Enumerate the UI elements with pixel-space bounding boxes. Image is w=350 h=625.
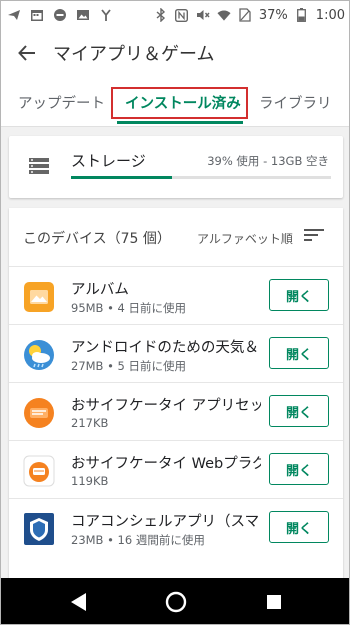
arrow-back-icon (18, 45, 35, 61)
fork-icon (99, 8, 113, 22)
app-meta: 119KB (71, 474, 109, 488)
storage-card[interactable]: ストレージ 39% 使用 - 13GB 空き (9, 136, 343, 198)
open-button[interactable]: 開く (269, 453, 329, 485)
app-name: アンドロイドのための天気＆ｌ (71, 340, 261, 356)
bluetooth-icon (154, 8, 168, 22)
battery-icon (295, 8, 309, 22)
app-name: コアコンシェルアプリ（スマ (71, 514, 260, 530)
back-button[interactable] (1, 29, 53, 77)
list-item[interactable]: おサイフケータイ Webプラグ 119KB 開く (9, 440, 343, 498)
screen: 37% 1:00 マイアプリ＆ゲーム アップデート インストール済み ライブラリ… (0, 0, 350, 625)
app-meta: 23MB • 16 週間前に使用 (71, 533, 205, 547)
nfc-icon (175, 8, 189, 22)
tab-library[interactable]: ライブラリ (259, 77, 332, 127)
list-item[interactable]: アルバム 95MB • 4 日前に使用 開く (9, 266, 343, 324)
open-button[interactable]: 開く (269, 279, 329, 311)
home-circle-icon (165, 591, 187, 613)
open-button[interactable]: 開く (269, 337, 329, 369)
navigation-bar (1, 578, 349, 624)
storage-progress-bar (71, 176, 331, 179)
nav-recents-button[interactable] (262, 590, 286, 614)
nav-back-button[interactable] (67, 590, 91, 614)
core-concier-icon (23, 513, 55, 545)
storage-icon (29, 158, 49, 178)
calendar-icon (30, 8, 44, 22)
open-button[interactable]: 開く (269, 511, 329, 543)
app-name: おサイフケータイ Webプラグ (71, 456, 261, 472)
list-item[interactable]: おサイフケータイ アプリセッ 217KB 開く (9, 382, 343, 440)
list-item[interactable]: コアコンシェルアプリ（スマ 23MB • 16 週間前に使用 開く (9, 498, 343, 556)
app-meta: 95MB • 4 日前に使用 (71, 301, 187, 315)
device-app-count: このデバイス（75 個） (23, 231, 171, 247)
osaifu-web-icon (23, 455, 55, 487)
send-icon (7, 8, 21, 22)
recents-square-icon (267, 595, 281, 609)
app-name: アルバム (71, 282, 129, 298)
open-button[interactable]: 開く (269, 395, 329, 427)
clock: 1:00 (315, 7, 345, 23)
tab-updates[interactable]: アップデート (18, 77, 105, 127)
app-meta: 27MB • 5 日前に使用 (71, 359, 187, 373)
no-sim-icon (238, 8, 252, 22)
album-icon (23, 281, 55, 313)
sort-icon (304, 229, 324, 241)
app-name: おサイフケータイ アプリセッ (71, 398, 261, 414)
app-bar: マイアプリ＆ゲーム (1, 29, 349, 77)
storage-usage-text: 39% 使用 - 13GB 空き (207, 154, 329, 168)
sort-label[interactable]: アルファベット順 (197, 230, 293, 247)
nav-home-button[interactable] (164, 590, 188, 614)
app-meta: 217KB (71, 416, 109, 430)
page-title: マイアプリ＆ゲーム (53, 44, 215, 65)
list-header: このデバイス（75 個） アルファベット順 (9, 208, 343, 266)
sort-button[interactable] (304, 227, 328, 247)
tab-bar: アップデート インストール済み ライブラリ (1, 77, 349, 127)
osaifu-setup-icon (23, 397, 55, 429)
status-bar: 37% 1:00 (1, 1, 349, 29)
list-item[interactable]: アンドロイドのための天気＆ｌ 27MB • 5 日前に使用 開く (9, 324, 343, 382)
storage-progress-fill (71, 176, 173, 179)
dnd-icon (53, 8, 67, 22)
storage-title: ストレージ (71, 152, 146, 170)
wifi-icon (217, 8, 231, 22)
active-tab-indicator (117, 121, 243, 124)
battery-percent: 37% (258, 7, 288, 23)
image-icon (76, 8, 90, 22)
installed-app-list: このデバイス（75 個） アルファベット順 アルバム 95MB • 4 日前に使… (9, 208, 343, 588)
weather-icon (23, 339, 55, 371)
mute-icon (196, 8, 210, 22)
triangle-back-icon (71, 593, 86, 611)
active-tab-highlight (111, 87, 248, 119)
